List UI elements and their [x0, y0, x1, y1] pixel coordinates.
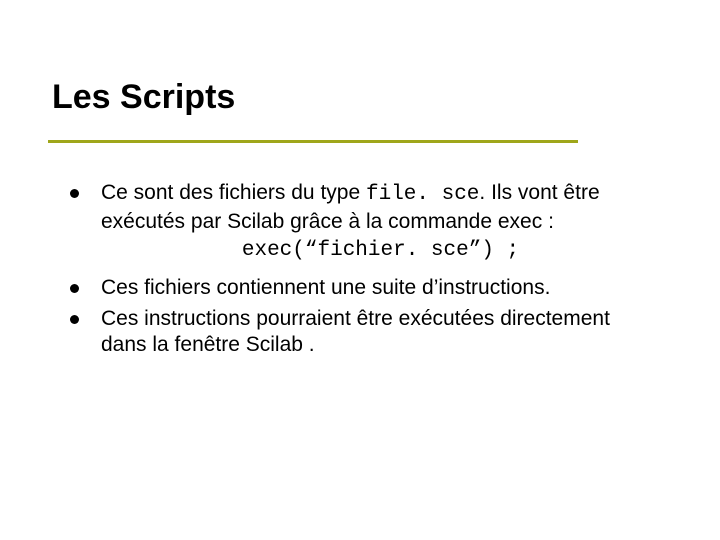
slide-title: Les Scripts [52, 78, 235, 117]
b1-codeline: exec(“fichier. sce”) ; [101, 238, 660, 265]
bullet-text-3: Ces instructions pourraient être exécuté… [101, 306, 660, 360]
bullet-text-1: Ce sont des fichiers du type file. sce. … [101, 180, 660, 271]
bullet-icon [70, 284, 79, 293]
title-underline [48, 140, 578, 143]
slide-body: Ce sont des fichiers du type file. sce. … [70, 180, 660, 363]
bullet-text-2: Ces fichiers contiennent une suite d’ins… [101, 275, 660, 302]
bullet-icon [70, 189, 79, 198]
slide: Les Scripts Ce sont des fichiers du type… [0, 0, 720, 540]
b1-code: file. sce [366, 183, 479, 206]
list-item: Ces instructions pourraient être exécuté… [70, 306, 660, 360]
bullet-icon [70, 315, 79, 324]
b1-pre: Ce sont des fichiers du type [101, 181, 366, 204]
list-item: Ce sont des fichiers du type file. sce. … [70, 180, 660, 271]
list-item: Ces fichiers contiennent une suite d’ins… [70, 275, 660, 302]
